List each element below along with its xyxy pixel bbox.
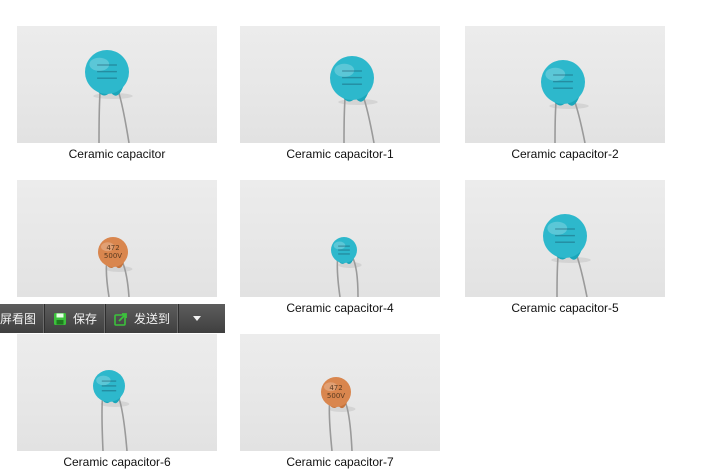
capacitor-thumbnail[interactable] bbox=[17, 334, 217, 451]
capacitor-thumbnail[interactable] bbox=[240, 26, 440, 143]
save-label: 保存 bbox=[73, 312, 98, 326]
capacitor-image bbox=[93, 370, 130, 451]
capacitor-thumbnail[interactable] bbox=[465, 26, 665, 143]
view-screenshot-button[interactable]: 屏看图 bbox=[0, 304, 46, 333]
tile-caption: Ceramic capacitor-5 bbox=[511, 301, 619, 315]
capacitor-image bbox=[330, 56, 378, 143]
image-gallery: Ceramic capacitor Ceramic capacitor-1 Ce… bbox=[0, 0, 720, 475]
gallery-tile[interactable]: Ceramic capacitor-2 bbox=[465, 26, 665, 161]
capacitor-thumbnail[interactable]: 472 500V bbox=[240, 334, 440, 451]
gallery-tile[interactable]: Ceramic capacitor-1 bbox=[240, 26, 440, 161]
capacitor-image bbox=[541, 60, 589, 143]
capacitor-image bbox=[85, 50, 133, 143]
gallery-tile[interactable]: Ceramic capacitor bbox=[17, 26, 217, 161]
gallery-tile[interactable]: Ceramic capacitor-6 bbox=[17, 334, 217, 469]
svg-text:472: 472 bbox=[106, 244, 119, 252]
capacitor-thumbnail[interactable] bbox=[465, 180, 665, 297]
tile-caption: Ceramic capacitor-4 bbox=[286, 301, 394, 315]
svg-text:472: 472 bbox=[329, 384, 342, 392]
view-screenshot-label: 屏看图 bbox=[0, 312, 37, 326]
save-button[interactable]: 保存 bbox=[45, 304, 107, 333]
capacitor-thumbnail[interactable] bbox=[17, 26, 217, 143]
svg-text:500V: 500V bbox=[327, 392, 345, 400]
gallery-tile[interactable]: Ceramic capacitor-5 bbox=[465, 180, 665, 315]
capacitor-thumbnail[interactable]: 472 500V bbox=[17, 180, 217, 297]
share-icon bbox=[114, 312, 127, 326]
tile-caption: Ceramic capacitor-6 bbox=[63, 455, 171, 469]
capacitor-image: 472500V bbox=[321, 377, 356, 451]
save-icon bbox=[54, 312, 67, 325]
capacitor-image: 472500V bbox=[98, 237, 133, 297]
send-to-dropdown[interactable] bbox=[179, 304, 215, 333]
gallery-tile[interactable]: 472 500V Ceramic capacitor-7 bbox=[240, 334, 440, 469]
send-to-label: 发送到 bbox=[134, 312, 171, 326]
tile-caption: Ceramic capacitor bbox=[68, 147, 166, 161]
tile-caption: Ceramic capacitor-2 bbox=[511, 147, 619, 161]
chevron-down-icon bbox=[193, 316, 202, 321]
tile-caption: Ceramic capacitor-7 bbox=[286, 455, 394, 469]
tile-caption: Ceramic capacitor-1 bbox=[286, 147, 394, 161]
capacitor-image bbox=[331, 237, 362, 297]
screenshot-toolbar: 屏看图 保存 发送到 bbox=[0, 304, 225, 333]
gallery-tile[interactable]: Ceramic capacitor-4 bbox=[240, 180, 440, 315]
capacitor-thumbnail[interactable] bbox=[240, 180, 440, 297]
gallery-tile[interactable]: 472 500V bbox=[17, 180, 217, 301]
send-to-button[interactable]: 发送到 bbox=[106, 304, 180, 333]
capacitor-image bbox=[543, 214, 591, 297]
svg-text:500V: 500V bbox=[104, 252, 122, 260]
